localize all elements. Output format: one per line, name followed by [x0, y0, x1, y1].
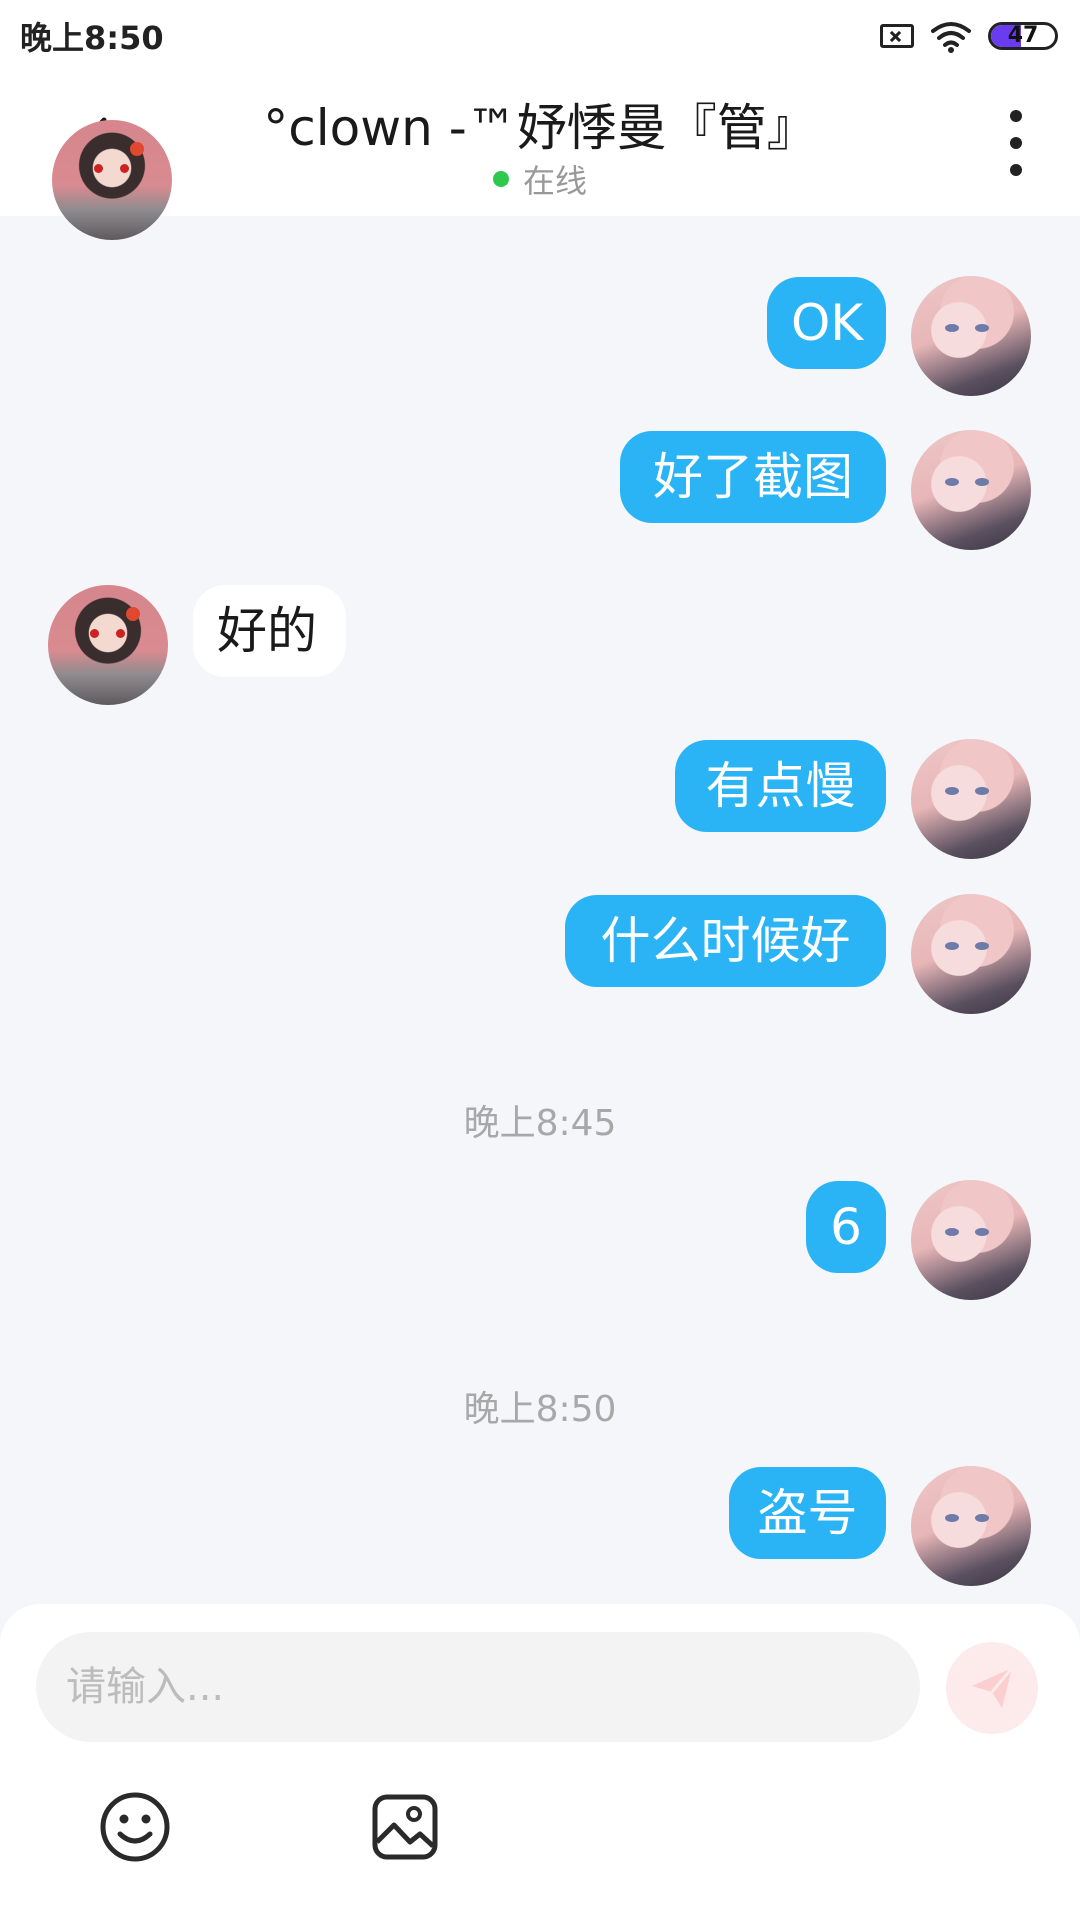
status-icons: 47 [880, 19, 1058, 53]
self-avatar[interactable] [911, 276, 1031, 396]
emoji-icon [100, 1792, 170, 1862]
message-timestamp: 晚上8:45 [463, 1103, 617, 1144]
message-input[interactable] [36, 1632, 920, 1742]
message-bubble[interactable]: OK [767, 277, 886, 369]
battery-level: 47 [1007, 23, 1039, 48]
message-bubble[interactable]: 有点慢 [675, 740, 886, 832]
send-button[interactable] [946, 1642, 1038, 1734]
peer-avatar[interactable] [52, 120, 172, 240]
message-bubble[interactable]: 什么时候好 [565, 895, 886, 987]
message-bubble[interactable]: 好的 [193, 585, 346, 677]
message-bubble[interactable]: 盗号 [729, 1467, 886, 1559]
self-avatar[interactable] [911, 1180, 1031, 1300]
input-panel [0, 1604, 1080, 1920]
more-options-button[interactable] [996, 110, 1036, 176]
image-button[interactable] [368, 1790, 442, 1864]
status-bar: 晚上8:50 47 [0, 0, 1080, 72]
message-timestamp: 晚上8:50 [463, 1389, 617, 1430]
no-sim-icon [880, 24, 914, 48]
more-vertical-icon [1010, 110, 1022, 122]
wifi-icon [931, 22, 971, 53]
message-bubble[interactable]: 6 [806, 1181, 886, 1273]
battery-indicator: 47 [988, 22, 1058, 50]
self-avatar[interactable] [911, 430, 1031, 550]
status-time: 晚上8:50 [20, 19, 164, 57]
self-avatar[interactable] [911, 739, 1031, 859]
self-avatar[interactable] [911, 1466, 1031, 1586]
online-dot [492, 171, 509, 187]
message-bubble[interactable]: 好了截图 [620, 431, 886, 523]
self-avatar[interactable] [911, 894, 1031, 1014]
image-icon [372, 1794, 438, 1860]
online-status-text: 在线 [522, 162, 587, 200]
send-icon [972, 1667, 1014, 1708]
peer-avatar[interactable] [48, 585, 168, 705]
emoji-button[interactable] [98, 1790, 172, 1864]
chat-title: °clown -™妤悸曼『管』 [263, 99, 817, 157]
